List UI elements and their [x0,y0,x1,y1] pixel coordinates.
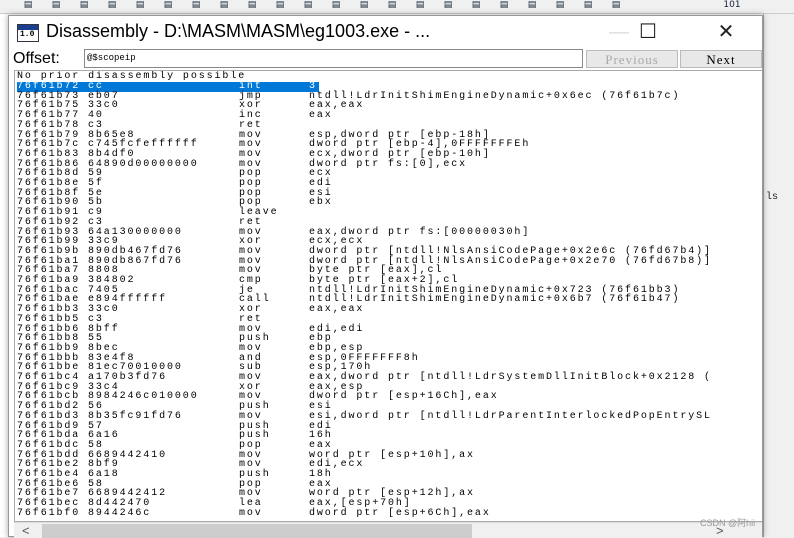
operands: ntdll!LdrInitShimEngineDynamic+0x6ec (76… [309,90,681,102]
operands: ebx [309,197,333,209]
horizontal-scrollbar[interactable]: < > [14,522,762,538]
instruction-row[interactable]: 76f61bb6 8bff mov edi,edi [17,324,757,335]
background-text: ls [766,192,779,203]
instruction-row[interactable]: 76f61bd9 57 push edi [17,421,757,432]
bytes: 64890d00000000 [88,158,199,170]
background-toolbar: ▤ ▤ ▤ ▤ ▤ ▤ ▤ ▤ ▤ ▤ ▤ ▤ ▤ ▤ ▤ ▤ ▤ ▤ ▤ ▤ ▤ ▤ 101 [0,0,794,14]
next-button[interactable]: Next [680,50,762,68]
memory-icon[interactable]: ▤ [412,0,428,12]
font-icon[interactable]: ▤ [580,0,596,12]
instruction-row[interactable]: 76f61b8d 59 pop ecx [17,169,757,179]
address: 76f61bf0 [17,507,81,519]
paste-icon[interactable]: ▤ [76,0,92,12]
previous-button[interactable]: Previous [586,50,678,68]
brace-icon[interactable]: ▤ [216,0,232,12]
instruction-row[interactable]: 76f61b90 5b pop ebx [17,198,757,208]
close-button[interactable]: ✕ [706,20,746,44]
instruction-row[interactable]: 76f61bae e894ffffff call ntdll!LdrInitShimE… [17,295,757,305]
source-mode-icon[interactable]: ▤ [552,0,568,12]
watermark: CSDN @阿hii [700,518,756,528]
hand-icon[interactable]: ▤ [328,0,344,12]
disassembly-app-icon: 1.0 [17,24,39,42]
background-pane: ls [763,14,794,537]
maximize-button[interactable]: ☐ [628,20,668,44]
operands: esi,dword ptr [ntdll!LdrParentInterlocke… [309,410,712,422]
instruction-row[interactable]: 76f61bda 6a16 push 16h [17,431,757,441]
no-prior-message: No prior disassembly possible [17,71,247,82]
instruction-row[interactable]: 76f61b75 33c0 xor eax,eax [17,101,757,111]
step-into-icon[interactable]: ▤ [104,0,120,12]
disassembly-window: 1.0 Disassembly - D:\MASM\MASM\eg1003.ex… [8,15,763,538]
instruction-row[interactable]: 76f61bf0 8944246c mov dword ptr [esp+6Ch],e… [17,507,757,519]
step-over-icon[interactable]: ▤ [132,0,148,12]
instruction-row[interactable]: 76f61bb8 55 push ebp [17,334,757,344]
operands: dword ptr [esp+6Ch],eax [309,507,491,519]
window-icon[interactable]: ▤ [356,0,372,12]
instruction-row[interactable]: 76f61be4 6a18 push 18h [17,470,757,480]
disassembly-list[interactable]: No prior disassembly possible 76f61b72 cc… [14,70,762,522]
scratch-icon[interactable]: ▤ [496,0,512,12]
operands: dword ptr [esp+16Ch],eax [309,391,499,403]
instruction-row[interactable]: 76f61b93 64a130000000 mov eax,dword ptr fs:… [17,227,757,238]
instruction-row[interactable]: 76f61bc4 a170b3fd76 mov eax,dword ptr [ntdl… [17,373,757,383]
window-title: Disassembly - D:\MASM\MASM\eg1003.exe - … [46,21,431,41]
bytes: 8944246c [88,507,152,519]
instruction-row[interactable]: 76f61bcb 8984246c010000 mov dword ptr [esp+… [17,392,757,402]
instruction-row[interactable]: 76f61bb3 33c0 xor eax,eax [17,305,757,315]
instruction-row[interactable]: 76f61b86 64890d00000000 mov dword ptr fs:[0… [17,158,757,170]
offset-bar: Offset: @$scopeip Previous Next [9,49,762,69]
instruction-row[interactable]: 76f61b73 eb07 jmp ntdll!LdrInitShimEngineDy… [17,90,757,102]
operands: eax,eax [309,304,365,316]
offset-label: Offset: [13,50,60,67]
bytes: 8984246c010000 [88,391,199,403]
run-to-cursor-icon[interactable]: ▤ [188,0,204,12]
scrollbar-thumb[interactable] [42,524,472,538]
operands: eax,dword ptr [ntdll!LdrSystemDllInitBlo… [309,372,712,383]
processes-icon[interactable]: ▤ [524,0,540,12]
brace-step-icon[interactable]: ▤ [244,0,260,12]
brace-out-icon[interactable]: ▤ [272,0,288,12]
instruction-row[interactable]: 76f61b91 c9 leave [17,208,757,218]
instruction-row[interactable]: 76f61bb5 c3 ret [17,314,757,325]
offset-input[interactable]: @$scopeip [84,49,583,68]
copy-icon[interactable]: ▤ [48,0,64,12]
brace-run-icon[interactable]: ▤ [300,0,316,12]
operands: eax [309,110,333,122]
toolbar-label: 101 [723,0,741,10]
mnemonic: mov [239,507,263,519]
instruction-row[interactable]: 76f61b8e 5f pop edi [17,179,757,189]
cut-icon[interactable]: ▤ [20,0,36,12]
instruction-row[interactable]: 76f61bd3 8b35fc91fd76 mov esi,dword ptr [nt… [17,410,757,422]
disasm-icon[interactable]: ▤ [468,0,484,12]
stack-icon[interactable]: ▤ [440,0,456,12]
instruction-row[interactable]: 76f61bdd 6689442410 mov word ptr [esp+10h],… [17,450,757,461]
step-out-icon[interactable]: ▤ [160,0,176,12]
scroll-left-arrow[interactable]: < [22,523,30,538]
operands: dword ptr fs:[0],ecx [309,158,468,170]
instruction-row[interactable]: 76f61b8f 5e pop esi [17,188,757,199]
options-icon[interactable]: ▤ [608,0,624,12]
operands: ntdll!LdrInitShimEngineDynamic+0x6b7 (76… [309,294,681,306]
instruction-row[interactable]: 76f61be2 8bf9 mov edi,ecx [17,460,757,470]
registers-icon[interactable]: ▤ [384,0,400,12]
instruction-row[interactable]: 76f61b77 40 inc eax [17,111,757,121]
title-bar[interactable]: 1.0 Disassembly - D:\MASM\MASM\eg1003.ex… [9,16,762,49]
